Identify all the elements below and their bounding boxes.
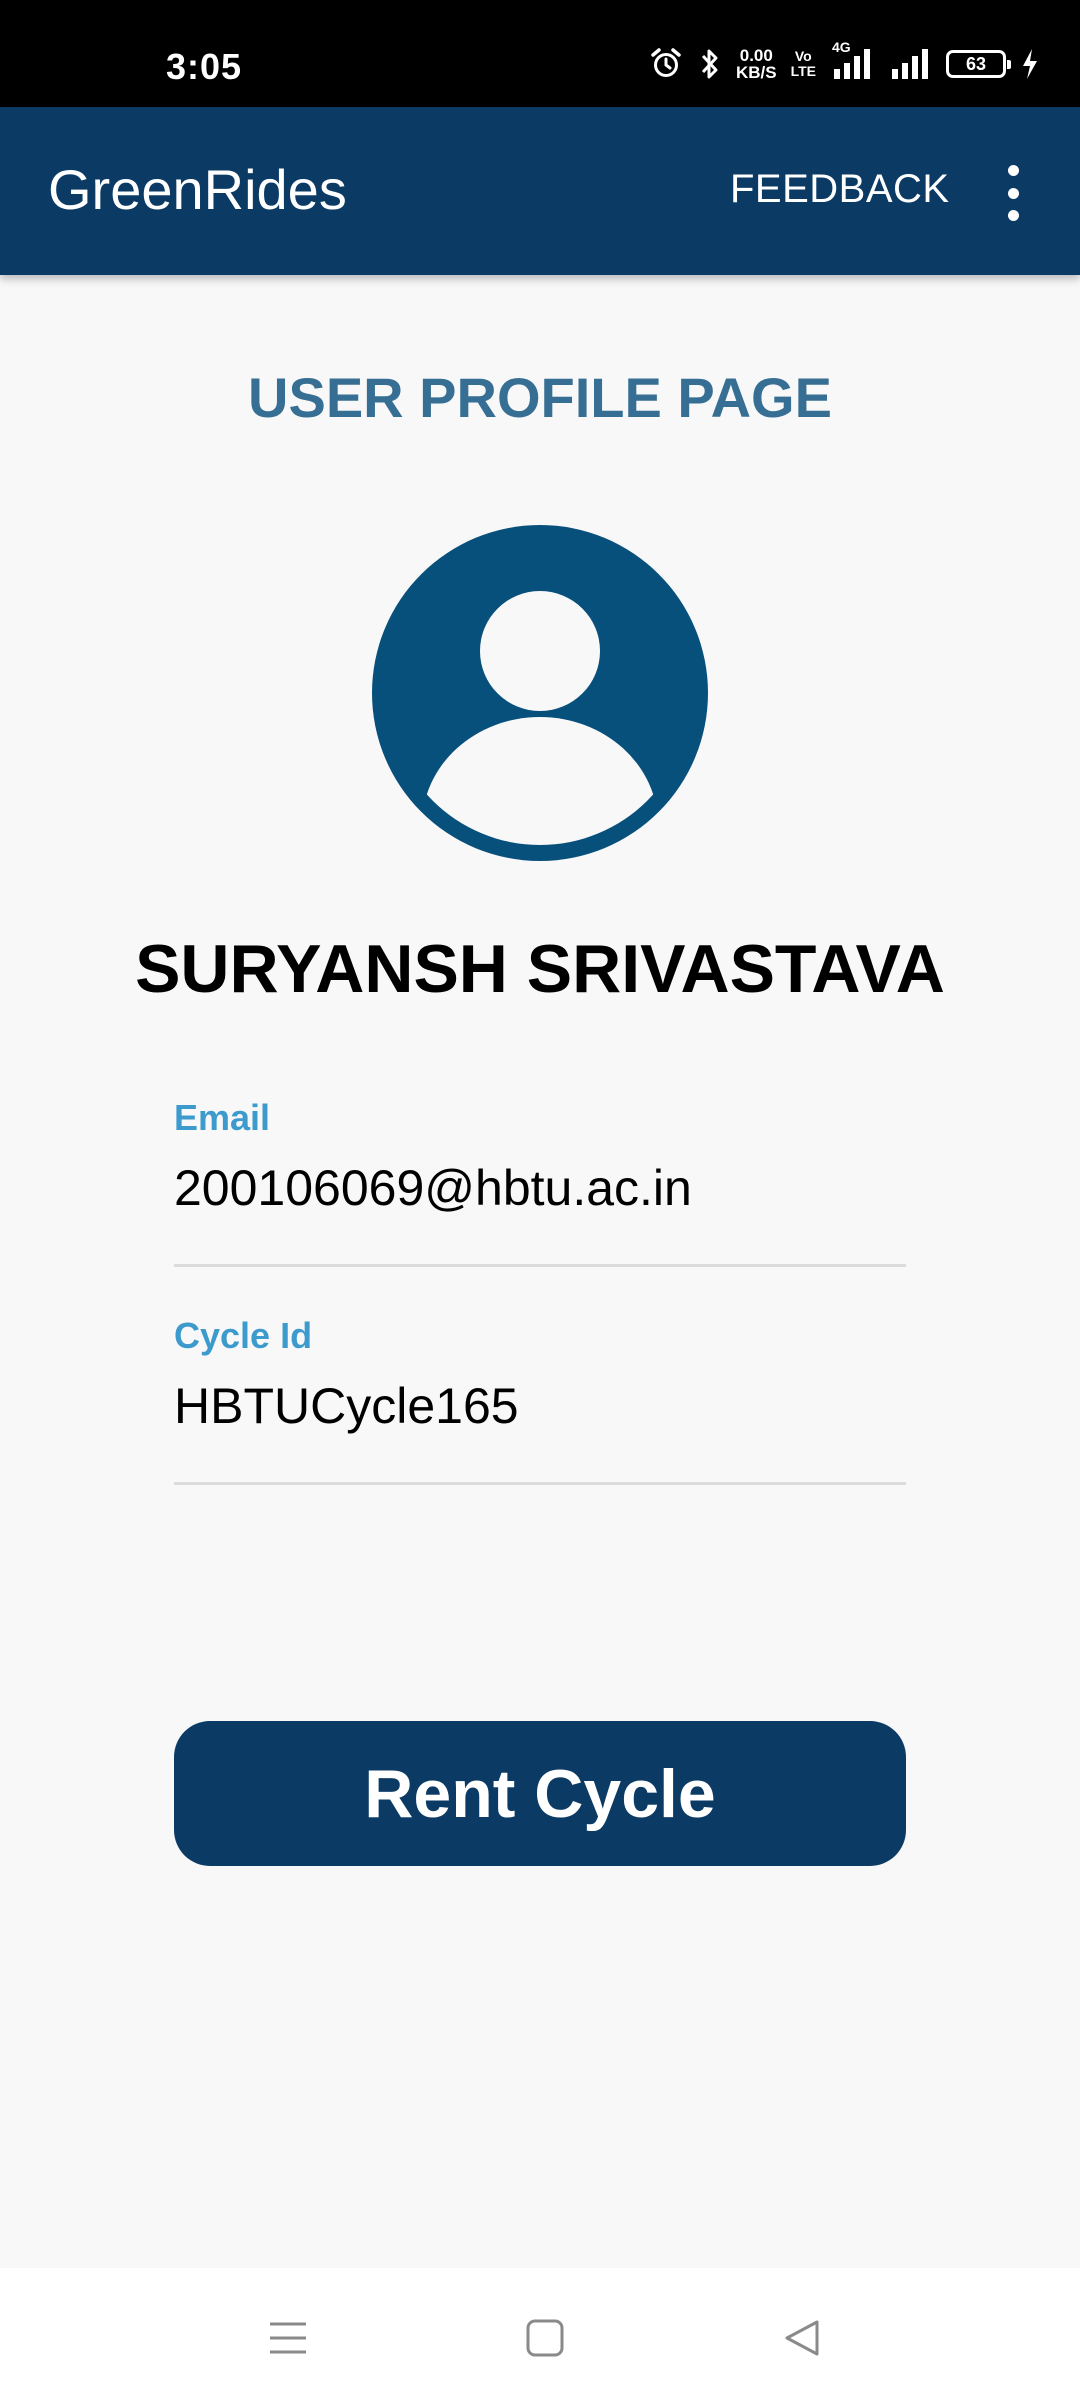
cycle-id-label: Cycle Id [174,1315,313,1356]
menu-icon[interactable] [258,2308,318,2368]
network-speed-unit: KB/S [735,63,777,82]
user-name: SURYANSH SRIVASTAVA [135,931,945,1007]
cycle-id-value: HBTUCycle165 [174,1378,519,1434]
network-type: 4G [832,39,851,55]
navigation-bar [0,2268,1080,2400]
volte-top: Vo [794,48,812,64]
feedback-button[interactable]: FEEDBACK [730,167,950,212]
back-triangle-icon[interactable] [772,2308,832,2368]
app-title: GreenRides [48,158,347,221]
page-title: USER PROFILE PAGE [248,366,832,429]
divider [174,1264,906,1267]
status-time: 3:05 [166,46,243,87]
signal-icon [888,47,932,81]
volte-bottom: LTE [790,63,816,79]
battery-level: 63 [965,53,987,74]
home-square-icon[interactable] [515,2308,575,2368]
bluetooth-icon [698,46,722,82]
signal-icon: 4G [830,39,874,81]
alarm-icon [648,46,684,82]
volte-indicator: Vo LTE [791,49,816,79]
more-vertical-icon[interactable] [995,165,1031,221]
account-circle-icon [372,525,708,861]
charging-icon [1020,47,1040,81]
email-field: Email 200106069@hbtu.ac.in [174,1097,906,1217]
divider [174,1482,906,1485]
email-label: Email [174,1097,271,1138]
rent-cycle-button[interactable]: Rent Cycle [174,1721,906,1866]
status-icons: 0.00 KB/S Vo LTE 4G 63 [648,39,1040,84]
network-speed-value: 0.00 [739,46,773,65]
network-speed: 0.00 KB/S [736,47,777,81]
battery-icon: 63 [946,50,1011,78]
email-value: 200106069@hbtu.ac.in [174,1160,692,1216]
status-bar: 3:05 0.00 KB/S Vo LTE 4G 63 [0,0,1080,107]
app-bar: GreenRides FEEDBACK [0,107,1080,275]
cycle-id-field: Cycle Id HBTUCycle165 [174,1315,906,1435]
